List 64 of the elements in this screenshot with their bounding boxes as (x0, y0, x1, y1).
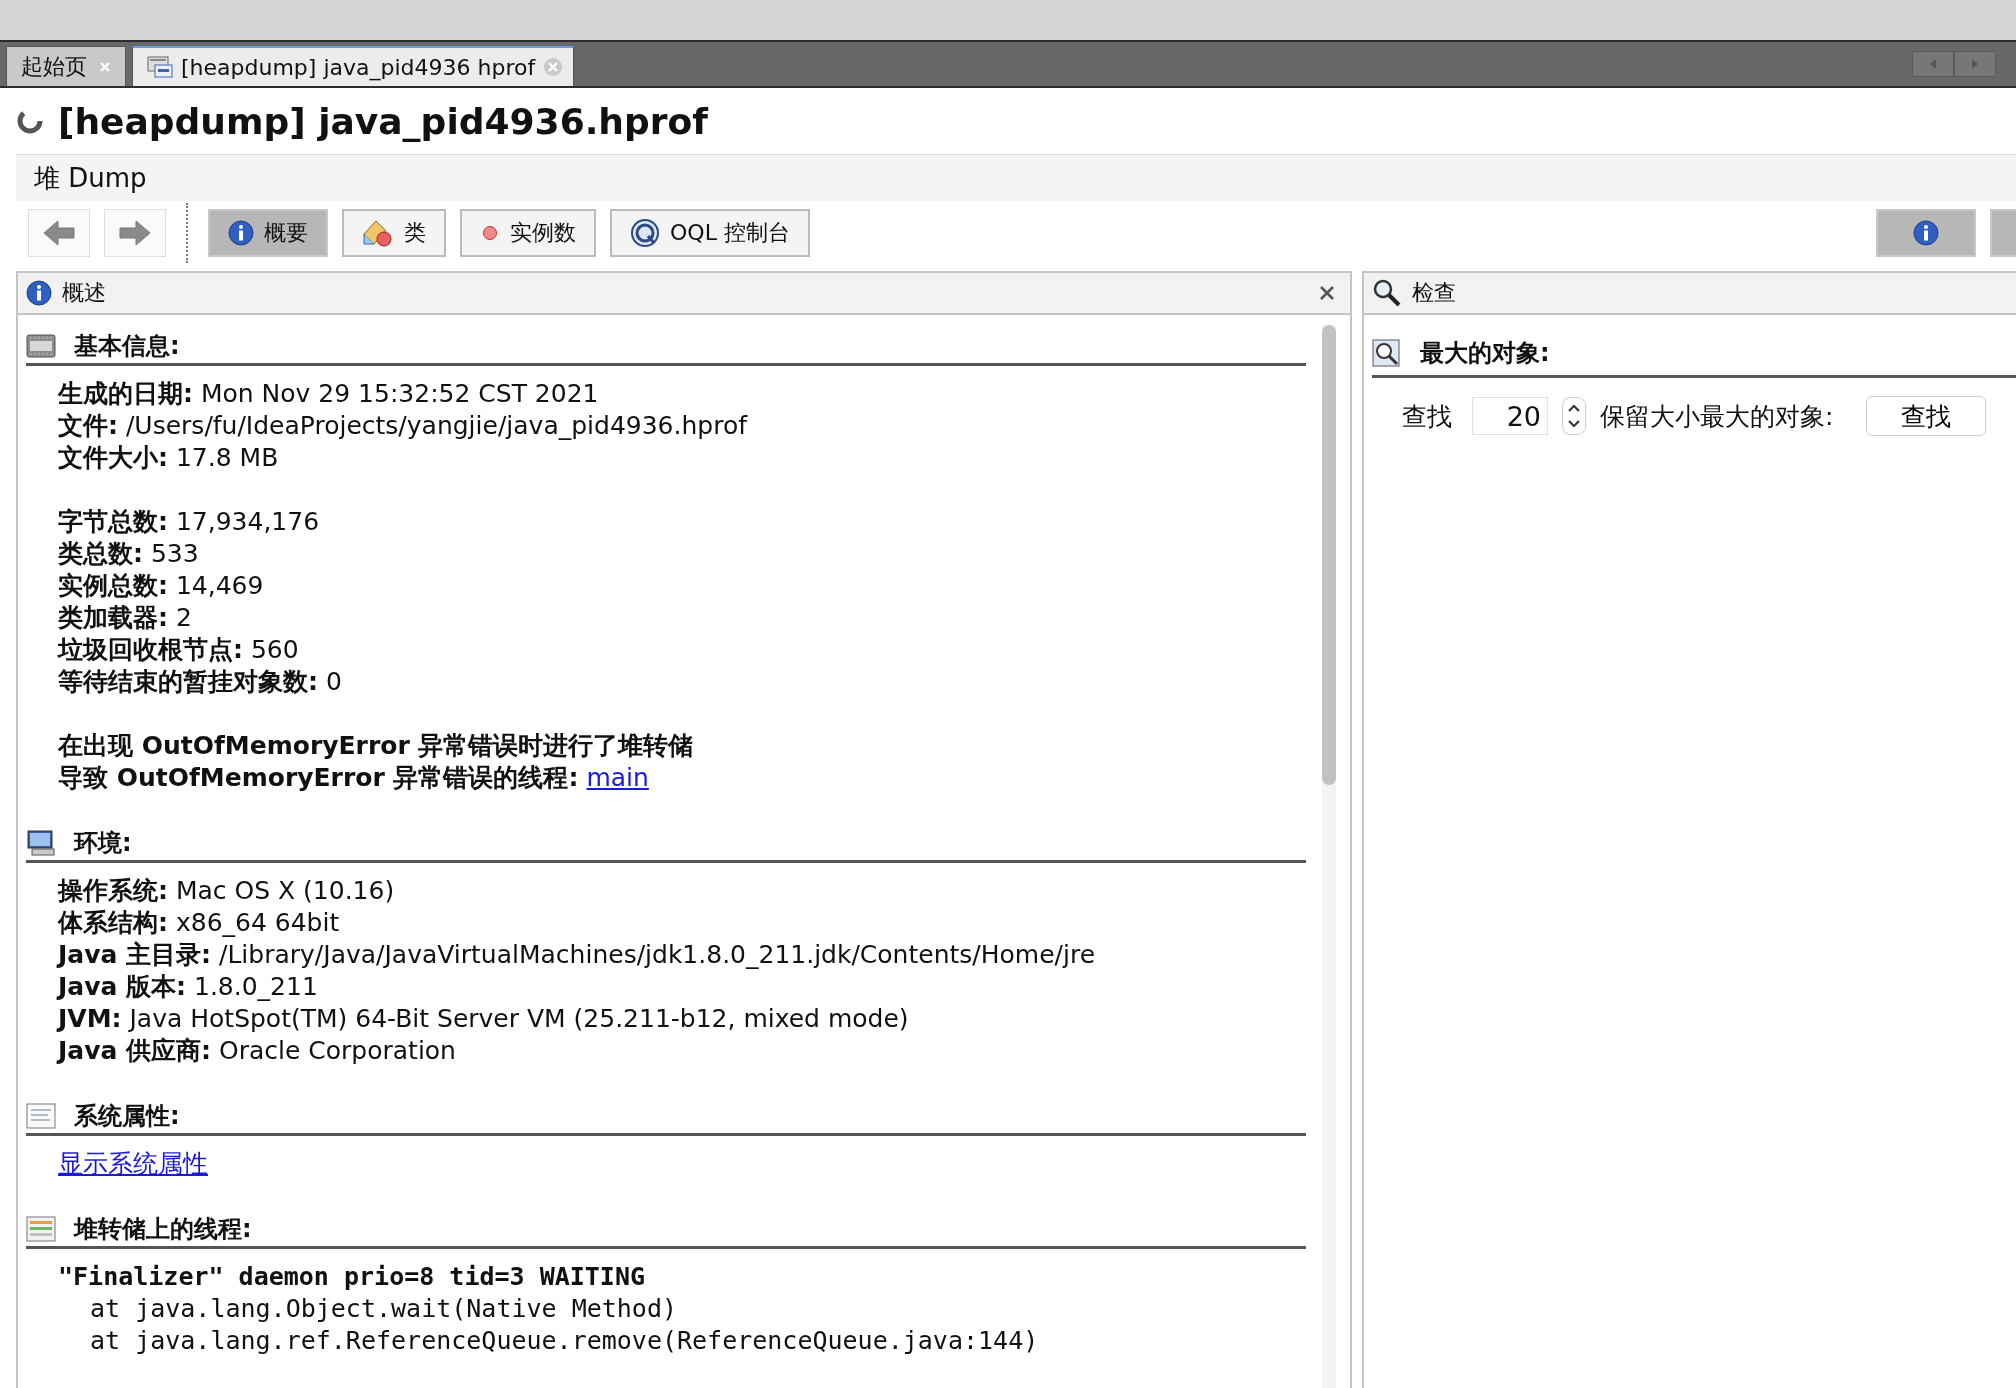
back-button[interactable] (28, 209, 90, 257)
info-line: 字节总数: 17,934,176 (58, 506, 321, 538)
tab-label: [heapdump] java_pid4936 hprof (181, 54, 536, 80)
dot-icon (480, 223, 500, 243)
section-heading: 系统属性: (74, 1101, 180, 1132)
right-arrow-icon (118, 219, 152, 247)
find-button[interactable]: 查找 (1866, 396, 1986, 436)
heap-dump-icon (147, 55, 173, 79)
left-arrow-icon (42, 219, 76, 247)
view-button[interactable]: OQL 控制台 (610, 209, 810, 257)
info-line: 垃圾回收根节点: 560 (58, 634, 300, 666)
show-properties-link[interactable]: 显示系统属性 (58, 1149, 208, 1178)
info-line: 实例总数: 14,469 (58, 570, 265, 602)
stack-frame: at java.lang.Object.wait(Native Method) (58, 1293, 1306, 1325)
find-label: 查找 (1402, 400, 1452, 433)
tab-label: 起始页 (21, 52, 87, 81)
info-icon (1913, 220, 1939, 246)
document-icon (26, 1103, 56, 1129)
info-line: 操作系统: Mac OS X (10.16) (58, 875, 396, 907)
view-button[interactable]: 实例数 (460, 209, 596, 257)
thread-link[interactable]: main (586, 763, 649, 792)
section-heading: 环境: (74, 828, 132, 859)
info-line: Java 版本: 1.8.0_211 (58, 971, 319, 1003)
info-line: 文件大小: 17.8 MB (58, 442, 280, 474)
document-tab[interactable]: [heapdump] java_pid4936 hprof (132, 46, 575, 86)
section-heading: 最大的对象: (1420, 338, 1550, 369)
search-icon (1372, 278, 1402, 308)
magnifier-icon (630, 218, 660, 248)
section-heading: 基本信息: (74, 331, 180, 362)
page-title: [heapdump] java_pid4936.hprof (58, 100, 708, 142)
memory-chip-icon (26, 333, 56, 359)
info-icon (26, 280, 52, 306)
thread-header: "Finalizer" daemon prio=8 tid=3 WAITING (58, 1261, 646, 1293)
info-button[interactable] (1876, 209, 1976, 257)
info-line: 类加载器: 2 (58, 602, 193, 634)
info-line: 类总数: 533 (58, 538, 200, 570)
info-line: 体系结构: x86_64 64bit (58, 907, 341, 939)
document-tab[interactable]: 起始页 (6, 46, 126, 86)
monitor-icon (26, 830, 56, 856)
magnifier-document-icon (1372, 339, 1402, 369)
panel-title: 概述 (62, 279, 106, 307)
info-line: 文件: /Users/fu/IdeaProjects/yangjie/java_pid4936.hprof (58, 410, 749, 442)
panel-title: 检查 (1412, 279, 1456, 307)
info-line: JVM: Java HotSpot(TM) 64-Bit Server VM (25.211-b12, mixed mode) (58, 1003, 910, 1035)
info-line: Java 主目录: /Library/Java/JavaVirtualMachines/jdk1.8.0_211.jdk/Contents/Home/jre (58, 939, 1097, 971)
section-heading: 堆转储上的线程: (74, 1214, 252, 1245)
info-icon (228, 220, 254, 246)
info-line: Java 供应商: Oracle Corporation (58, 1035, 457, 1067)
view-button[interactable]: 概要 (208, 209, 328, 257)
count-field[interactable]: 20 (1472, 397, 1548, 435)
view-button[interactable]: 类 (342, 209, 446, 257)
info-label: 导致 OutOfMemoryError 异常错误的线程: (58, 763, 579, 792)
info-line: 在出现 OutOfMemoryError 异常错误时进行了堆转储 (58, 730, 695, 762)
stepper-icon[interactable] (1562, 397, 1586, 435)
info-line: 生成的日期: Mon Nov 29 15:32:52 CST 2021 (58, 378, 600, 410)
stack-frame: at java.lang.ref.ReferenceQueue.remove(ReferenceQueue.java:144) (58, 1325, 1306, 1357)
shapes-icon (362, 218, 394, 248)
list-icon (26, 1216, 56, 1242)
close-icon[interactable] (1318, 284, 1336, 302)
forward-button[interactable] (104, 209, 166, 257)
view-title: 堆 Dump (34, 161, 147, 195)
info-line: 等待结束的暂挂对象数: 0 (58, 666, 343, 698)
count-label: 保留大小最大的对象: (1600, 400, 1834, 433)
scrollbar[interactable] (1322, 325, 1336, 1388)
